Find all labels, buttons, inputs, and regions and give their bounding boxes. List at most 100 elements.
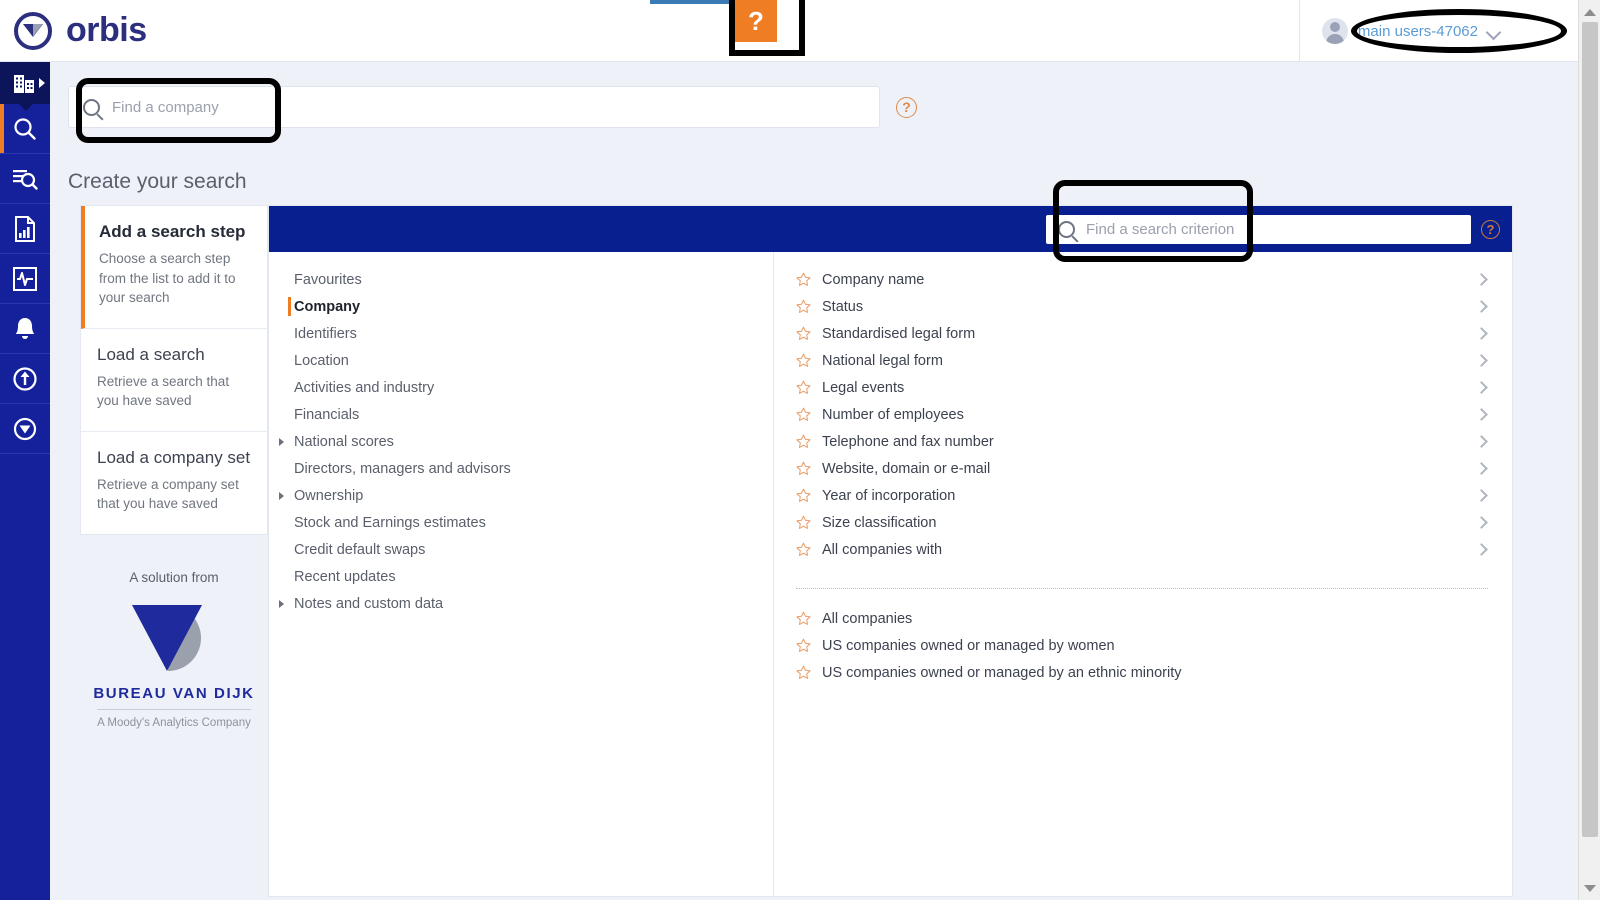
category-item[interactable]: Stock and Earnings estimates (269, 509, 773, 536)
step-title: Load a company set (97, 447, 251, 467)
chevron-right-icon[interactable] (1475, 435, 1488, 448)
sidebar-item-companies[interactable] (0, 62, 50, 111)
criterion-label: US companies owned or managed by women (822, 637, 1115, 654)
criterion-row[interactable]: Status (774, 293, 1512, 320)
favourite-star-icon[interactable] (796, 638, 811, 653)
criterion-row[interactable]: Year of incorporation (774, 482, 1512, 509)
sidebar-item-saved-searches[interactable] (0, 154, 50, 204)
criterion-row[interactable]: Legal events (774, 374, 1512, 401)
sidebar-item-analysis[interactable] (0, 254, 50, 304)
chevron-right-icon[interactable] (1475, 381, 1488, 394)
favourite-star-icon[interactable] (796, 461, 811, 476)
favourite-star-icon[interactable] (796, 515, 811, 530)
app-logo[interactable]: orbis (0, 11, 147, 50)
question-circle-icon[interactable]: ? (1481, 219, 1500, 239)
category-item[interactable]: Activities and industry (269, 374, 773, 401)
category-item[interactable]: Ownership (269, 482, 773, 509)
category-item[interactable]: Notes and custom data (269, 590, 773, 617)
category-label: Location (294, 352, 349, 369)
user-menu[interactable]: main users-47062 (1298, 0, 1518, 62)
favourite-star-icon[interactable] (796, 434, 811, 449)
category-item[interactable]: Favourites (269, 266, 773, 293)
criterion-row[interactable]: Telephone and fax number (774, 428, 1512, 455)
bureau-van-dijk-logo (128, 601, 220, 675)
criteria-panel-header: Find a search criterion ? (269, 206, 1512, 252)
step-card-load-a-search[interactable]: Load a search Retrieve a search that you… (81, 329, 267, 432)
step-card-add-a-search-step[interactable]: Add a search step Choose a search step f… (81, 206, 267, 329)
favourite-star-icon[interactable] (796, 488, 811, 503)
favourite-star-icon[interactable] (796, 611, 811, 626)
expand-triangle-icon[interactable] (279, 492, 284, 500)
chevron-right-icon[interactable] (1475, 300, 1488, 313)
criteria-secondary-group: All companies US companies owned or manag… (774, 605, 1512, 686)
chevron-right-icon[interactable] (1475, 516, 1488, 529)
sidebar-item-upload[interactable] (0, 354, 50, 404)
category-label: Directors, managers and advisors (294, 460, 511, 477)
criterion-row[interactable]: All companies with (774, 536, 1512, 563)
category-item[interactable]: Company (269, 293, 773, 320)
scroll-down-arrow-icon[interactable] (1579, 878, 1600, 898)
favourite-star-icon[interactable] (796, 272, 811, 287)
category-item[interactable]: Credit default swaps (269, 536, 773, 563)
category-item[interactable]: Financials (269, 401, 773, 428)
user-avatar-icon (1321, 18, 1348, 44)
category-item[interactable]: Directors, managers and advisors (269, 455, 773, 482)
magnifier-icon (14, 117, 36, 140)
category-item[interactable]: Identifiers (269, 320, 773, 347)
chevron-right-icon[interactable] (1475, 327, 1488, 340)
browser-tab-indicator (650, 0, 732, 4)
criterion-row[interactable]: US companies owned or managed by women (774, 632, 1512, 659)
criteria-list: Company name Status Standardised legal for… (774, 252, 1512, 897)
chevron-right-icon[interactable] (1475, 489, 1488, 502)
user-name-label: main users-47062 (1357, 22, 1478, 40)
favourite-star-icon[interactable] (796, 299, 811, 314)
magnifier-icon (1058, 220, 1075, 238)
criterion-row[interactable]: National legal form (774, 347, 1512, 374)
favourite-star-icon[interactable] (796, 542, 811, 557)
expand-arrow-icon[interactable] (39, 78, 45, 88)
criteria-divider (796, 588, 1488, 589)
company-search-input[interactable]: Find a company (68, 86, 880, 128)
category-item[interactable]: Location (269, 347, 773, 374)
expand-triangle-icon[interactable] (279, 600, 284, 608)
favourite-star-icon[interactable] (796, 407, 811, 422)
favourite-star-icon[interactable] (796, 326, 811, 341)
criterion-row[interactable]: Number of employees (774, 401, 1512, 428)
chevron-right-icon[interactable] (1475, 354, 1488, 367)
step-title: Add a search step (99, 222, 246, 241)
sidebar-item-orbis-menu[interactable] (0, 404, 50, 454)
chevron-right-icon[interactable] (1475, 408, 1488, 421)
favourite-star-icon[interactable] (796, 380, 811, 395)
favourite-star-icon[interactable] (796, 353, 811, 368)
browser-scrollbar[interactable] (1578, 0, 1600, 900)
category-item[interactable]: Recent updates (269, 563, 773, 590)
criterion-row[interactable]: All companies (774, 605, 1512, 632)
criterion-search-input[interactable]: Find a search criterion (1046, 214, 1471, 244)
criterion-row[interactable]: Company name (774, 266, 1512, 293)
criterion-label: Legal events (822, 379, 905, 396)
criterion-label: Standardised legal form (822, 325, 976, 342)
chevron-right-icon[interactable] (1475, 543, 1488, 556)
orbis-circle-icon (13, 417, 37, 440)
chevron-right-icon[interactable] (1475, 273, 1488, 286)
sidebar-item-reports[interactable] (0, 204, 50, 254)
scroll-up-arrow-icon[interactable] (1579, 2, 1600, 22)
criterion-row[interactable]: Standardised legal form (774, 320, 1512, 347)
buildings-icon (14, 75, 34, 93)
sidebar-item-search[interactable] (0, 104, 50, 154)
chevron-down-icon[interactable] (1488, 27, 1502, 36)
sidebar-item-alerts[interactable] (0, 304, 50, 354)
criterion-row[interactable]: Website, domain or e-mail (774, 455, 1512, 482)
criterion-label: Size classification (822, 514, 937, 531)
chevron-right-icon[interactable] (1475, 462, 1488, 475)
category-item[interactable]: National scores (269, 428, 773, 455)
step-card-load-a-company-set[interactable]: Load a company set Retrieve a company se… (81, 432, 267, 534)
scrollbar-thumb[interactable] (1582, 22, 1598, 837)
expand-triangle-icon[interactable] (279, 438, 284, 446)
help-button[interactable]: ? (735, 0, 777, 42)
criterion-row[interactable]: US companies owned or managed by an ethn… (774, 659, 1512, 686)
criterion-row[interactable]: Size classification (774, 509, 1512, 536)
favourite-star-icon[interactable] (796, 665, 811, 680)
criterion-label: Company name (822, 271, 925, 288)
question-circle-icon[interactable]: ? (896, 96, 917, 118)
